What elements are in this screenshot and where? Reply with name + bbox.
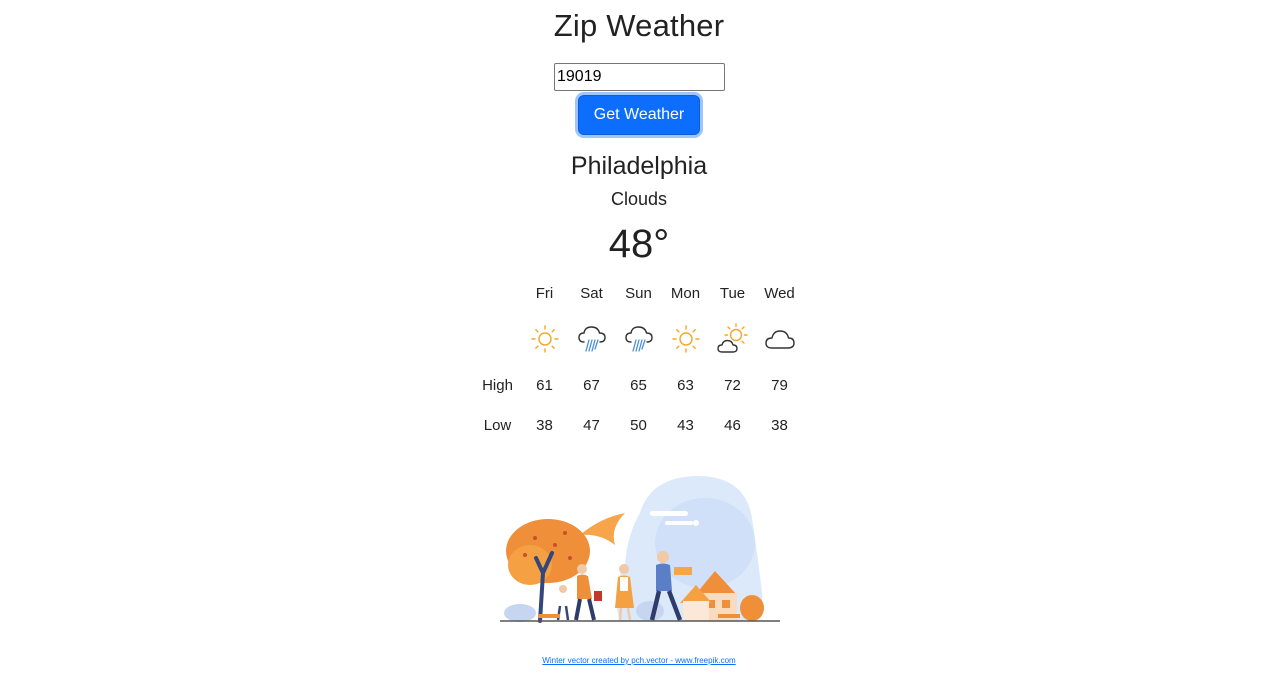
rain-cloud-icon: [577, 326, 606, 352]
low-temp: 38: [771, 416, 788, 434]
day-label: Mon: [670, 284, 701, 302]
low-temp: 38: [536, 416, 553, 434]
weather-condition: Clouds: [610, 189, 668, 209]
city-name: Philadelphia: [570, 152, 708, 180]
zip-input[interactable]: [554, 63, 725, 91]
partly-cloudy-icon: [716, 323, 748, 353]
sun-icon: [671, 325, 700, 353]
high-temp: 72: [724, 376, 741, 394]
high-temp: 79: [771, 376, 788, 394]
rain-cloud-icon: [624, 326, 653, 352]
page-title: Zip Weather: [553, 8, 725, 43]
weather-page: Zip Weather Get Weather Philadelphia Clo…: [0, 0, 1268, 696]
day-label: Wed: [764, 284, 795, 302]
high-temp: 63: [677, 376, 694, 394]
forecast-low-row: Low 38 47 50 43 46 38: [474, 402, 803, 448]
forecast-icons-row: [474, 310, 803, 368]
day-label: Sun: [625, 284, 652, 302]
high-label: High: [482, 376, 513, 394]
get-weather-button[interactable]: Get Weather: [578, 95, 700, 135]
sun-icon: [530, 325, 559, 353]
low-temp: 50: [630, 416, 647, 434]
low-temp: 46: [724, 416, 741, 434]
forecast-table: Fri Sat Sun Mon Tue Wed High 61 67 65 63…: [474, 276, 803, 448]
image-credit: Winter vector created by pch.vector - ww…: [0, 656, 1268, 665]
current-temperature: 48°: [608, 222, 670, 266]
autumn-family-illustration: [500, 475, 780, 623]
day-label: Sat: [580, 284, 603, 302]
empty-icon-cell: [474, 310, 521, 368]
low-temp: 43: [677, 416, 694, 434]
high-temp: 61: [536, 376, 553, 394]
day-label: Fri: [535, 284, 554, 302]
forecast-high-row: High 61 67 65 63 72 79: [474, 368, 803, 402]
high-temp: 65: [630, 376, 647, 394]
empty-header-cell: [474, 276, 521, 310]
high-temp: 67: [583, 376, 600, 394]
credit-link[interactable]: Winter vector created by pch.vector - ww…: [542, 656, 735, 665]
day-label: Tue: [719, 284, 746, 302]
low-label: Low: [483, 416, 512, 434]
cloud-icon: [764, 330, 795, 349]
forecast-days-row: Fri Sat Sun Mon Tue Wed: [474, 276, 803, 310]
low-temp: 47: [583, 416, 600, 434]
